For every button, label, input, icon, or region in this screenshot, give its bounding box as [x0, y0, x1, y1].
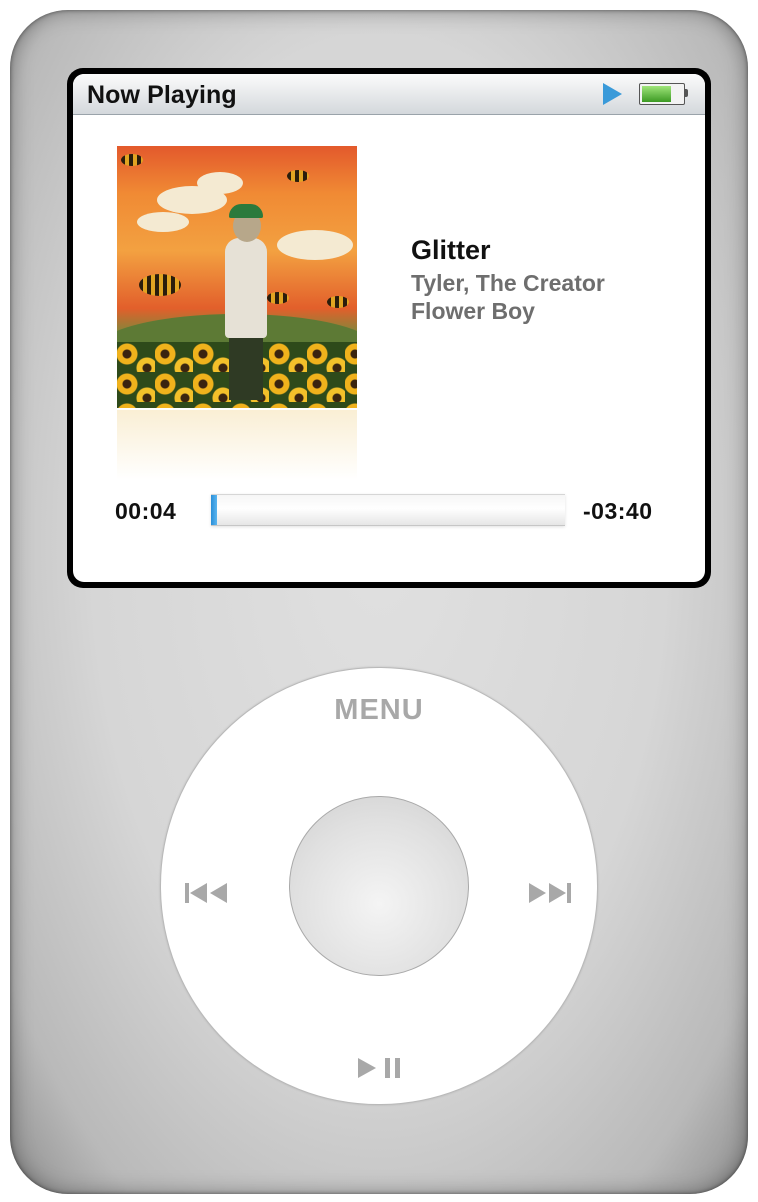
bee-shape: [121, 154, 143, 166]
bee-shape: [287, 170, 309, 182]
battery-icon: [639, 83, 685, 105]
song-artist: Tyler, The Creator: [411, 270, 605, 296]
battery-level-fill: [642, 86, 671, 102]
bee-shape: [327, 296, 349, 308]
cloud-shape: [197, 172, 243, 194]
previous-track-icon[interactable]: [183, 880, 231, 906]
cloud-shape: [277, 230, 353, 260]
ipod-body: Now Playing Glitter Tyler, The Creator F…: [10, 10, 748, 1194]
click-wheel[interactable]: MENU: [160, 667, 598, 1105]
progress-bar-fill: [211, 495, 218, 525]
center-select-button[interactable]: [289, 796, 469, 976]
album-artwork-reflection: [117, 410, 357, 480]
screen-title: Now Playing: [87, 81, 237, 109]
figure-legs: [229, 334, 263, 400]
time-elapsed: 00:04: [115, 498, 177, 524]
figure-cap: [229, 204, 263, 218]
title-bar: Now Playing: [73, 74, 705, 115]
battery-tip: [684, 89, 688, 97]
bee-shape: [267, 292, 289, 304]
screen-bezel: Now Playing Glitter Tyler, The Creator F…: [67, 68, 711, 588]
play-state-icon: [603, 83, 622, 105]
menu-button[interactable]: MENU: [161, 694, 597, 727]
progress-bar: [211, 494, 565, 526]
cloud-shape: [137, 212, 189, 232]
bee-shape: [139, 274, 181, 296]
screen: Now Playing Glitter Tyler, The Creator F…: [73, 74, 705, 582]
song-album: Flower Boy: [411, 298, 535, 324]
time-remaining: -03:40: [583, 498, 653, 524]
figure-body: [225, 238, 267, 338]
play-pause-icon[interactable]: [355, 1056, 407, 1080]
song-title: Glitter: [411, 235, 491, 265]
album-artwork: [117, 146, 357, 408]
next-track-icon[interactable]: [527, 880, 575, 906]
